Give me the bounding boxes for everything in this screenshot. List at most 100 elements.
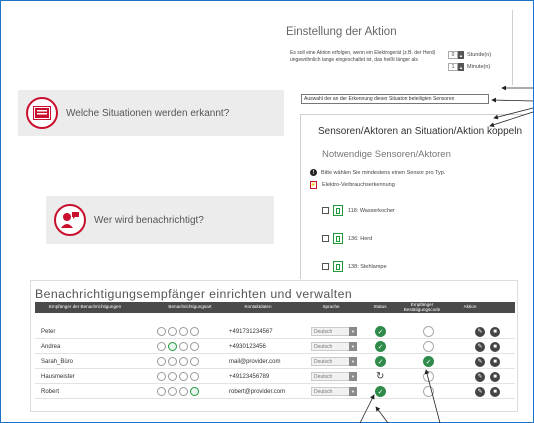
loading-icon: ↻ <box>376 371 385 382</box>
edit-icon[interactable]: ✎ <box>475 341 485 352</box>
hours-input[interactable]: 0 <box>448 51 458 59</box>
notification-types <box>157 384 201 399</box>
table-row[interactable]: Sarah_Büro mail@provider.com Deutsch ▼ ✓ … <box>35 354 515 369</box>
confirmation-pending-icon <box>423 326 434 337</box>
sensor-checkbox[interactable] <box>322 235 329 242</box>
confirmation-pending-icon <box>423 386 434 397</box>
app-icon[interactable] <box>190 387 199 396</box>
coupling-divider-top <box>300 114 525 115</box>
language-select[interactable]: Deutsch ▼ <box>311 342 357 351</box>
delete-icon[interactable]: ■ <box>490 386 500 397</box>
info-icon: ! <box>310 169 317 176</box>
status-ok-icon: ✓ <box>375 341 386 352</box>
sensor-item[interactable]: 138: Stehlampe <box>322 261 387 272</box>
sms-icon[interactable] <box>168 327 177 336</box>
phone-icon[interactable] <box>157 357 166 366</box>
col-status: Status <box>373 304 387 310</box>
phone-icon[interactable] <box>157 327 166 336</box>
socket-icon <box>333 261 343 272</box>
chevron-down-icon: ▼ <box>349 387 357 396</box>
phone-icon[interactable] <box>157 342 166 351</box>
hours-row: 0 ▲ Stunde(n) <box>448 51 491 59</box>
recipient-name: Hausmeister <box>41 373 75 380</box>
app-icon[interactable] <box>190 357 199 366</box>
hours-unit: Stunde(n) <box>467 52 492 58</box>
sms-icon[interactable] <box>168 387 177 396</box>
status-ok-icon: ✓ <box>375 386 386 397</box>
hours-stepper[interactable]: ▲ <box>458 51 464 59</box>
email-icon[interactable] <box>179 342 188 351</box>
socket-icon <box>333 233 343 244</box>
delete-icon[interactable]: ■ <box>490 341 500 352</box>
app-icon[interactable] <box>190 327 199 336</box>
settings-title: Einstellung der Aktion <box>286 26 397 38</box>
minutes-stepper[interactable]: ▲ <box>458 63 464 71</box>
plug-icon: ⚡ <box>310 181 317 189</box>
notification-types <box>157 339 201 354</box>
notification-types <box>157 354 201 369</box>
edit-icon[interactable]: ✎ <box>475 356 485 367</box>
recipients-label: Wer wird benachrichtigt? <box>94 214 204 226</box>
col-contact: Kontaktdaten <box>244 304 272 310</box>
chevron-down-icon: ▼ <box>349 342 357 351</box>
email-icon[interactable] <box>179 357 188 366</box>
sensor-checkbox[interactable] <box>322 263 329 270</box>
notification-types <box>157 324 201 339</box>
language-value: Deutsch <box>314 373 333 380</box>
sensor-checkbox[interactable] <box>322 207 329 214</box>
email-icon[interactable] <box>179 372 188 381</box>
sensor-item[interactable]: 118: Wasserkocher <box>322 205 395 216</box>
table-row[interactable]: Andrea +4930123456 Deutsch ▼ ✓ ✎ ■ <box>35 339 515 354</box>
status-ok-icon: ✓ <box>375 356 386 367</box>
required-sensors-title: Notwendige Sensoren/Aktoren <box>322 149 451 160</box>
list-icon <box>26 97 58 129</box>
situations-label: Welche Situationen werden erkannt? <box>66 107 230 119</box>
phone-icon[interactable] <box>157 387 166 396</box>
situations-card[interactable]: Welche Situationen werden erkannt? <box>18 90 284 136</box>
recipient-name: Andrea <box>41 343 61 350</box>
table-row[interactable]: Hausmeister +49123456789 Deutsch ▼ ↻ ✎ ■ <box>35 369 515 384</box>
hint-text: Bitte wählen Sie mindestens einen Sensor… <box>321 169 446 176</box>
sensor-label: 138: Stehlampe <box>348 263 387 270</box>
settings-divider <box>512 10 513 85</box>
language-select[interactable]: Deutsch ▼ <box>311 387 357 396</box>
phone-icon[interactable] <box>157 372 166 381</box>
person-chat-icon <box>54 204 86 236</box>
recipients-card[interactable]: Wer wird benachrichtigt? <box>46 196 274 244</box>
minutes-row: 1 ▲ Minute(n) <box>448 63 490 71</box>
edit-icon[interactable]: ✎ <box>475 386 485 397</box>
email-icon[interactable] <box>179 327 188 336</box>
app-icon[interactable] <box>190 372 199 381</box>
language-select[interactable]: Deutsch ▼ <box>311 372 357 381</box>
coupling-divider-left <box>300 114 301 279</box>
delete-icon[interactable]: ■ <box>490 371 500 382</box>
contact-data: mail@provider.com <box>229 358 281 365</box>
sms-icon[interactable] <box>168 342 177 351</box>
settings-panel: Es soll eine Aktion erfolgen, wenn ein E… <box>286 46 512 98</box>
sensor-item[interactable]: 136: Herd <box>322 233 372 244</box>
delete-icon[interactable]: ■ <box>490 356 500 367</box>
email-icon[interactable] <box>179 387 188 396</box>
chevron-down-icon: ▼ <box>349 327 357 336</box>
table-row[interactable]: Robert robert@provider.com Deutsch ▼ ✓ ✎ ■ <box>35 384 515 399</box>
language-select[interactable]: Deutsch ▼ <box>311 357 357 366</box>
table-row[interactable]: Peter +491731234567 Deutsch ▼ ✓ ✎ ■ <box>35 324 515 339</box>
category-label: Elektro-Verbrauchserkennung <box>322 182 395 188</box>
sensor-label: 136: Herd <box>348 235 373 242</box>
app-icon[interactable] <box>190 342 199 351</box>
col-confirmation: Empfänger Bestätigungscode <box>403 301 441 312</box>
sms-icon[interactable] <box>168 357 177 366</box>
chevron-down-icon: ▼ <box>349 357 357 366</box>
recipient-name: Peter <box>41 328 56 335</box>
sensor-selection-button[interactable]: Auswahl der an der Erkennung dieser Situ… <box>301 94 489 104</box>
edit-icon[interactable]: ✎ <box>475 326 485 337</box>
notification-types <box>157 369 201 384</box>
col-recipient: Empfänger der Benachrichtigungen <box>48 304 122 310</box>
delete-icon[interactable]: ■ <box>490 326 500 337</box>
sms-icon[interactable] <box>168 372 177 381</box>
edit-icon[interactable]: ✎ <box>475 371 485 382</box>
language-value: Deutsch <box>314 343 333 350</box>
language-select[interactable]: Deutsch ▼ <box>311 327 357 336</box>
socket-icon <box>333 205 343 216</box>
minutes-input[interactable]: 1 <box>448 63 458 71</box>
